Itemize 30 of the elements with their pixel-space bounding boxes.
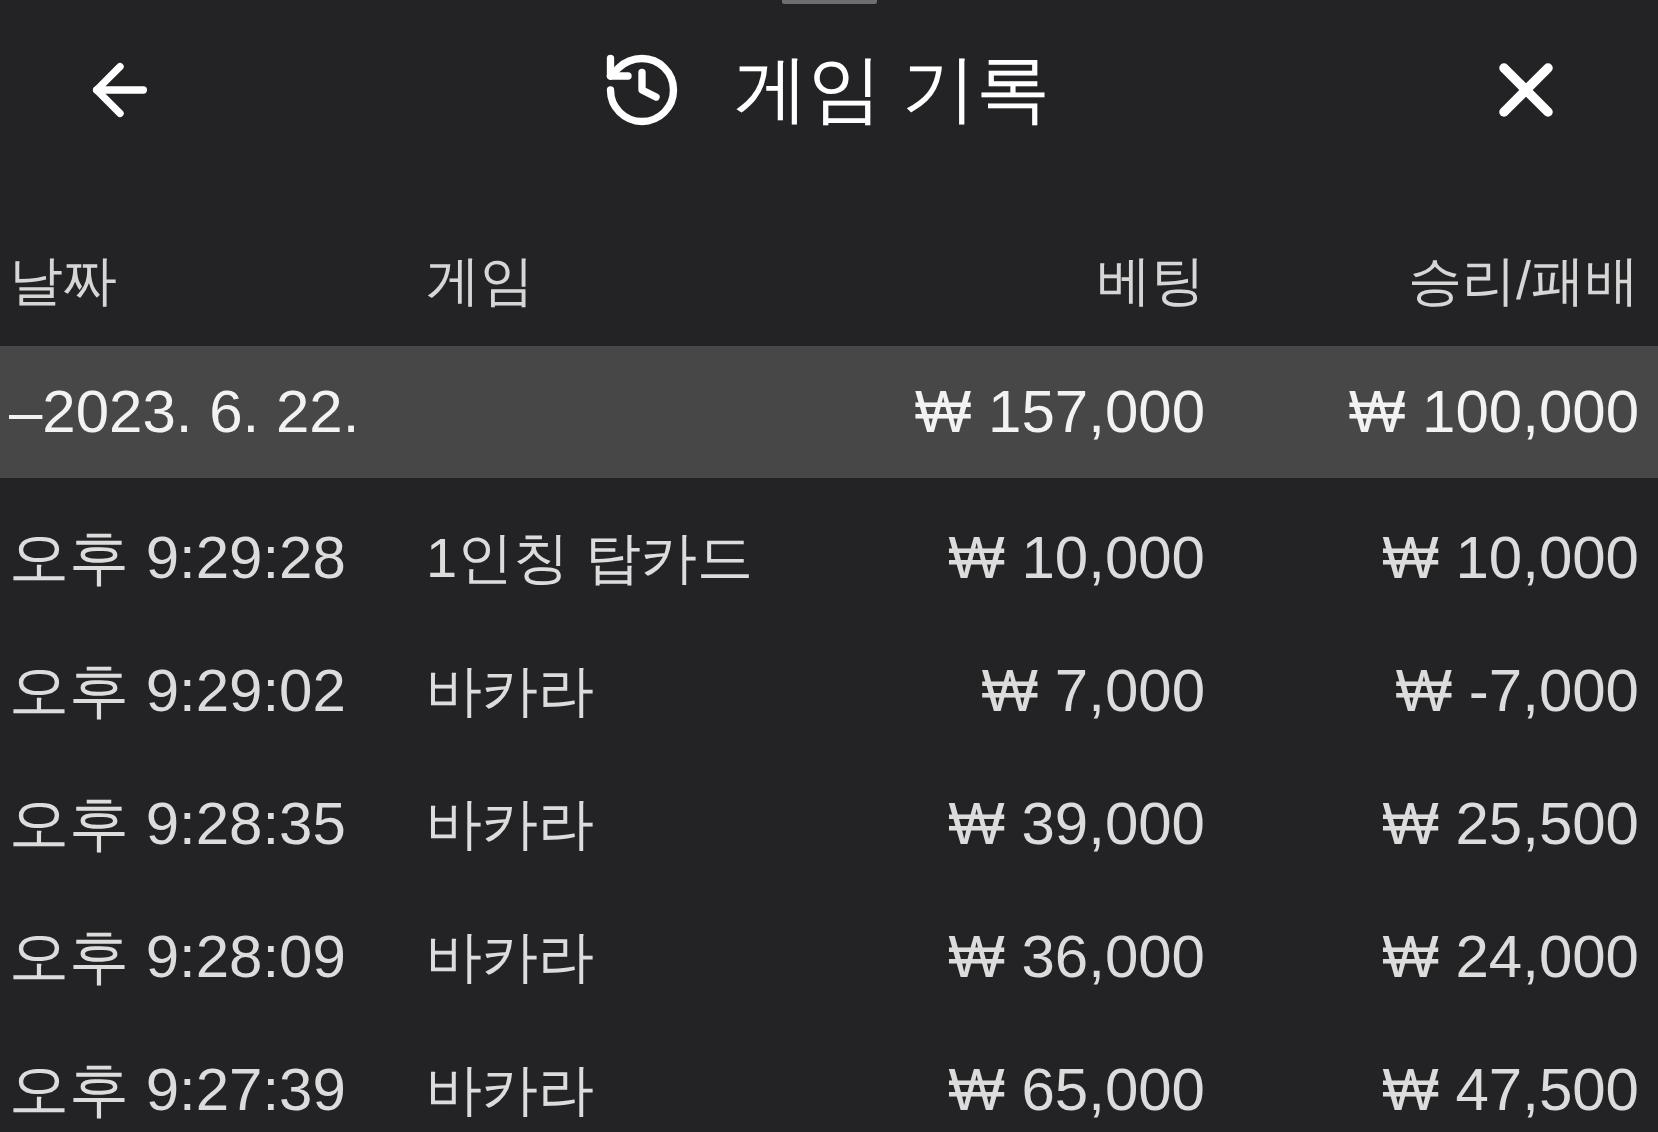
table-cell-text: ₩ 25,500: [1381, 788, 1639, 859]
page-title: 게임 기록: [733, 46, 1051, 132]
group-bet-total: ₩ 157,000: [913, 377, 1205, 447]
table-cell-text: ₩ -7,000: [1394, 655, 1639, 726]
table-cell-text: 1인칭 탑카드: [426, 524, 754, 591]
table-cell-text: 오후 9:28:09: [9, 921, 347, 992]
group-date: –2023. 6. 22.: [9, 377, 361, 447]
column-header: 승리/패배: [1407, 248, 1639, 312]
table-cell-text: 바카라: [426, 1056, 595, 1123]
drag-handle[interactable]: [781, 0, 877, 4]
table-cell-text: 오후 9:29:28: [9, 522, 347, 593]
table-cell-text: ₩ 24,000: [1381, 921, 1639, 992]
table-cell-text: ₩ 36,000: [947, 921, 1205, 992]
column-header: 날짜: [9, 248, 118, 312]
column-header: 베팅: [1096, 248, 1205, 312]
group-result-total: ₩ 100,000: [1347, 377, 1639, 447]
column-header: 게임: [426, 248, 535, 312]
table-cell-text: 바카라: [426, 923, 595, 990]
table-cell-text: ₩ 10,000: [947, 522, 1205, 593]
table-cell-text: 오후 9:27:39: [9, 1054, 347, 1125]
table-cell-text: 바카라: [426, 657, 595, 724]
table-cell-text: 바카라: [426, 790, 595, 857]
table-cell-text: 오후 9:29:02: [9, 655, 347, 726]
table-cell-text: ₩ 39,000: [947, 788, 1205, 859]
table-cell-text: ₩ 65,000: [947, 1054, 1205, 1125]
table-cell-text: 오후 9:28:35: [9, 788, 347, 859]
table-cell-text: ₩ 47,500: [1381, 1054, 1639, 1125]
date-group-row[interactable]: –2023. 6. 22. ₩ 157,000 ₩ 100,000: [0, 346, 1658, 478]
table-cell-text: ₩ 10,000: [1381, 522, 1639, 593]
table-cell-text: ₩ 7,000: [980, 655, 1205, 726]
